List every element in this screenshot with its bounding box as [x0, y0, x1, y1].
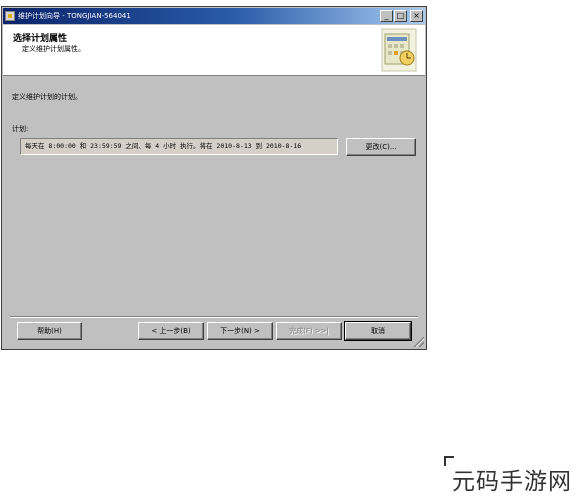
resize-grip-icon[interactable]: [414, 337, 424, 347]
change-schedule-button[interactable]: 更改(C)...: [346, 138, 416, 156]
title-bar: 维护计划向导 - TONGJIAN-564041 _ □ ×: [3, 8, 425, 24]
cancel-button[interactable]: 取消: [344, 321, 412, 341]
wizard-app-icon: [5, 11, 15, 21]
schedule-summary-field: 每天在 8:00:00 和 23:59:59 之间、每 4 小时 执行。将在 2…: [20, 138, 338, 155]
wizard-header: 选择计划属性 定义维护计划属性。: [3, 25, 425, 76]
watermark-logo: 元码手游网: [452, 469, 572, 495]
next-button[interactable]: 下一步(N) >: [207, 322, 273, 340]
back-button[interactable]: < 上一步(B): [138, 322, 204, 340]
wizard-window: 维护计划向导 - TONGJIAN-564041 _ □ × 选择计划属性 定义…: [1, 6, 427, 350]
calendar-schedule-icon: [381, 28, 417, 72]
page-title: 选择计划属性: [13, 34, 68, 44]
minimize-button[interactable]: _: [380, 10, 393, 22]
footer-separator: [10, 316, 418, 318]
maximize-button[interactable]: □: [394, 10, 407, 22]
help-button[interactable]: 帮助(H): [17, 322, 82, 340]
finish-button[interactable]: 完成(F) >>|: [276, 322, 342, 340]
schedule-label: 计划:: [12, 125, 29, 133]
page-subtitle: 定义维护计划属性。: [22, 45, 85, 53]
step-description: 定义维护计划的计划。: [12, 93, 82, 101]
close-button[interactable]: ×: [410, 10, 423, 22]
window-title: 维护计划向导 - TONGJIAN-564041: [18, 12, 131, 20]
